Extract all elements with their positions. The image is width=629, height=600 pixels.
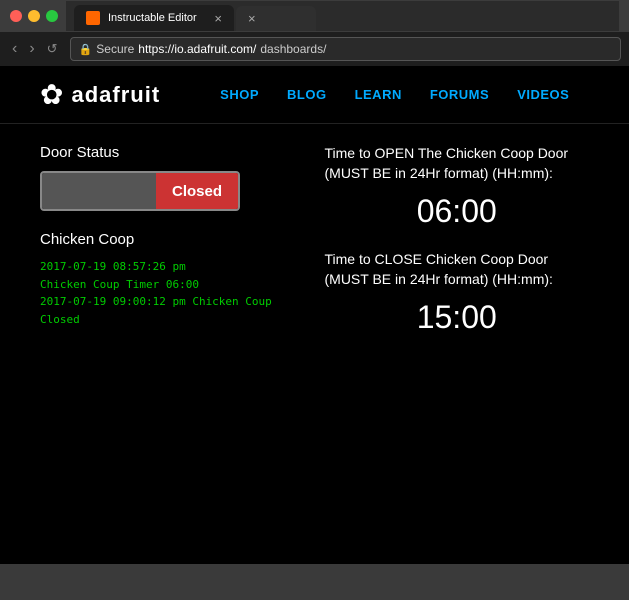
forward-button[interactable]: ›: [25, 38, 38, 60]
url-text: https://io.adafruit.com/: [138, 42, 256, 56]
tab-title: Instructable Editor: [108, 12, 206, 24]
adafruit-logo-flower: ✿: [40, 78, 63, 111]
back-button[interactable]: ‹: [8, 38, 21, 60]
nav-shop[interactable]: SHOP: [220, 87, 259, 102]
inactive-tab[interactable]: ×: [236, 6, 316, 31]
nav-videos[interactable]: VIDEOS: [517, 87, 569, 102]
door-toggle-control[interactable]: Closed: [40, 171, 240, 211]
door-toggle-open-area: [42, 173, 156, 209]
close-time-value: 15:00: [325, 299, 590, 336]
tab-bar: Instructable Editor × ×: [66, 1, 619, 31]
door-status-title: Door Status: [40, 144, 305, 161]
site-header: ✿ adafruit SHOP BLOG LEARN FORUMS VIDEOS: [0, 66, 629, 124]
secure-label: Secure: [96, 42, 134, 56]
close-window-button[interactable]: [10, 10, 22, 22]
nav-buttons: ‹ › ↺: [8, 38, 62, 60]
maximize-window-button[interactable]: [46, 10, 58, 22]
log-entry-1: 2017-07-19 08:57:26 pm: [40, 258, 305, 276]
address-bar: ‹ › ↺ 🔒 Secure https://io.adafruit.com/ …: [0, 32, 629, 66]
log-entries: 2017-07-19 08:57:26 pm Chicken Coup Time…: [40, 258, 305, 328]
url-bar[interactable]: 🔒 Secure https://io.adafruit.com/ dashbo…: [70, 37, 621, 61]
right-panel: Time to OPEN The Chicken Coop Door (MUST…: [325, 144, 590, 336]
main-content: Door Status Closed Chicken Coop 2017-07-…: [0, 124, 629, 356]
active-tab[interactable]: Instructable Editor ×: [74, 5, 234, 31]
left-panel: Door Status Closed Chicken Coop 2017-07-…: [40, 144, 305, 336]
open-time-value: 06:00: [325, 193, 590, 230]
open-time-label: Time to OPEN The Chicken Coop Door (MUST…: [325, 144, 590, 183]
site-navigation: SHOP BLOG LEARN FORUMS VIDEOS: [220, 87, 569, 102]
inactive-tab-close-button[interactable]: ×: [248, 12, 256, 25]
browser-titlebar: Instructable Editor × ×: [0, 0, 629, 32]
nav-learn[interactable]: LEARN: [355, 87, 402, 102]
close-time-label: Time to CLOSE Chicken Coop Door (MUST BE…: [325, 250, 590, 289]
traffic-lights: [10, 10, 58, 22]
chicken-coop-title: Chicken Coop: [40, 231, 305, 248]
security-lock-icon: 🔒: [79, 43, 93, 56]
close-time-section: Time to CLOSE Chicken Coop Door (MUST BE…: [325, 250, 590, 336]
log-entry-3: 2017-07-19 09:00:12 pm Chicken Coup: [40, 293, 305, 311]
door-status-section: Door Status Closed: [40, 144, 305, 211]
reload-button[interactable]: ↺: [43, 39, 62, 59]
logo-area: ✿ adafruit: [40, 78, 160, 111]
website-content: ✿ adafruit SHOP BLOG LEARN FORUMS VIDEOS…: [0, 66, 629, 564]
nav-blog[interactable]: BLOG: [287, 87, 327, 102]
adafruit-logo-text: adafruit: [71, 82, 160, 108]
door-closed-button[interactable]: Closed: [156, 173, 238, 209]
log-entry-2: Chicken Coup Timer 06:00: [40, 276, 305, 294]
chicken-coop-section: Chicken Coop 2017-07-19 08:57:26 pm Chic…: [40, 231, 305, 328]
tab-close-button[interactable]: ×: [214, 12, 222, 25]
url-path: dashboards/: [260, 42, 326, 56]
browser-chrome: Instructable Editor × × ‹ › ↺ 🔒 Secure h…: [0, 0, 629, 66]
minimize-window-button[interactable]: [28, 10, 40, 22]
nav-forums[interactable]: FORUMS: [430, 87, 489, 102]
open-time-section: Time to OPEN The Chicken Coop Door (MUST…: [325, 144, 590, 230]
log-entry-4: Closed: [40, 311, 305, 329]
tab-favicon: [86, 11, 100, 25]
